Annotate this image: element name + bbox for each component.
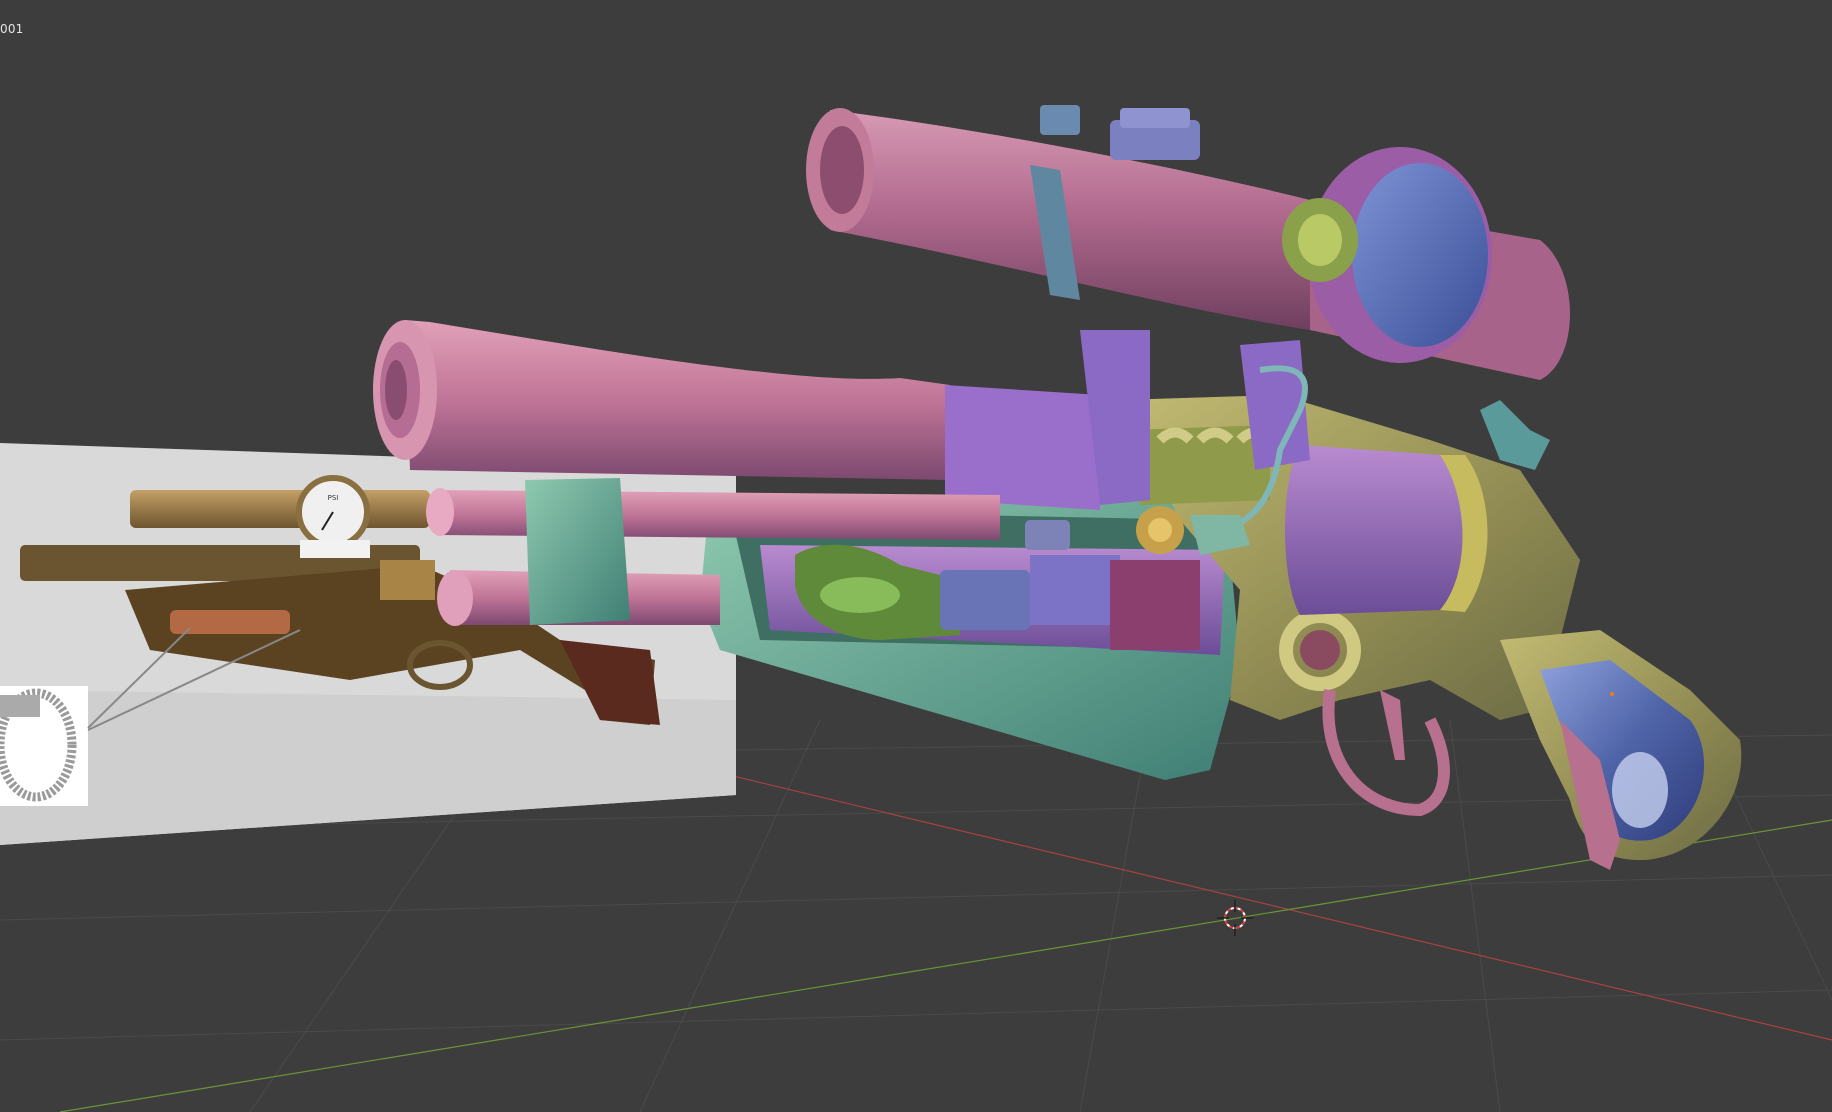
viewport-object-label-overlay: 001: [0, 22, 24, 36]
axis-y-line: [59, 819, 1832, 1112]
viewport-canvas[interactable]: PSI: [0, 0, 1832, 1112]
rifle-upper-barrel[interactable]: [405, 320, 950, 480]
reference-gauge-label: PSI: [328, 494, 339, 502]
rifle-cylinder[interactable]: [1285, 445, 1463, 615]
reference-clamp-inset: [0, 686, 88, 806]
rifle-lower-rod[interactable]: [440, 490, 1000, 540]
rifle-scope[interactable]: [806, 105, 1570, 380]
